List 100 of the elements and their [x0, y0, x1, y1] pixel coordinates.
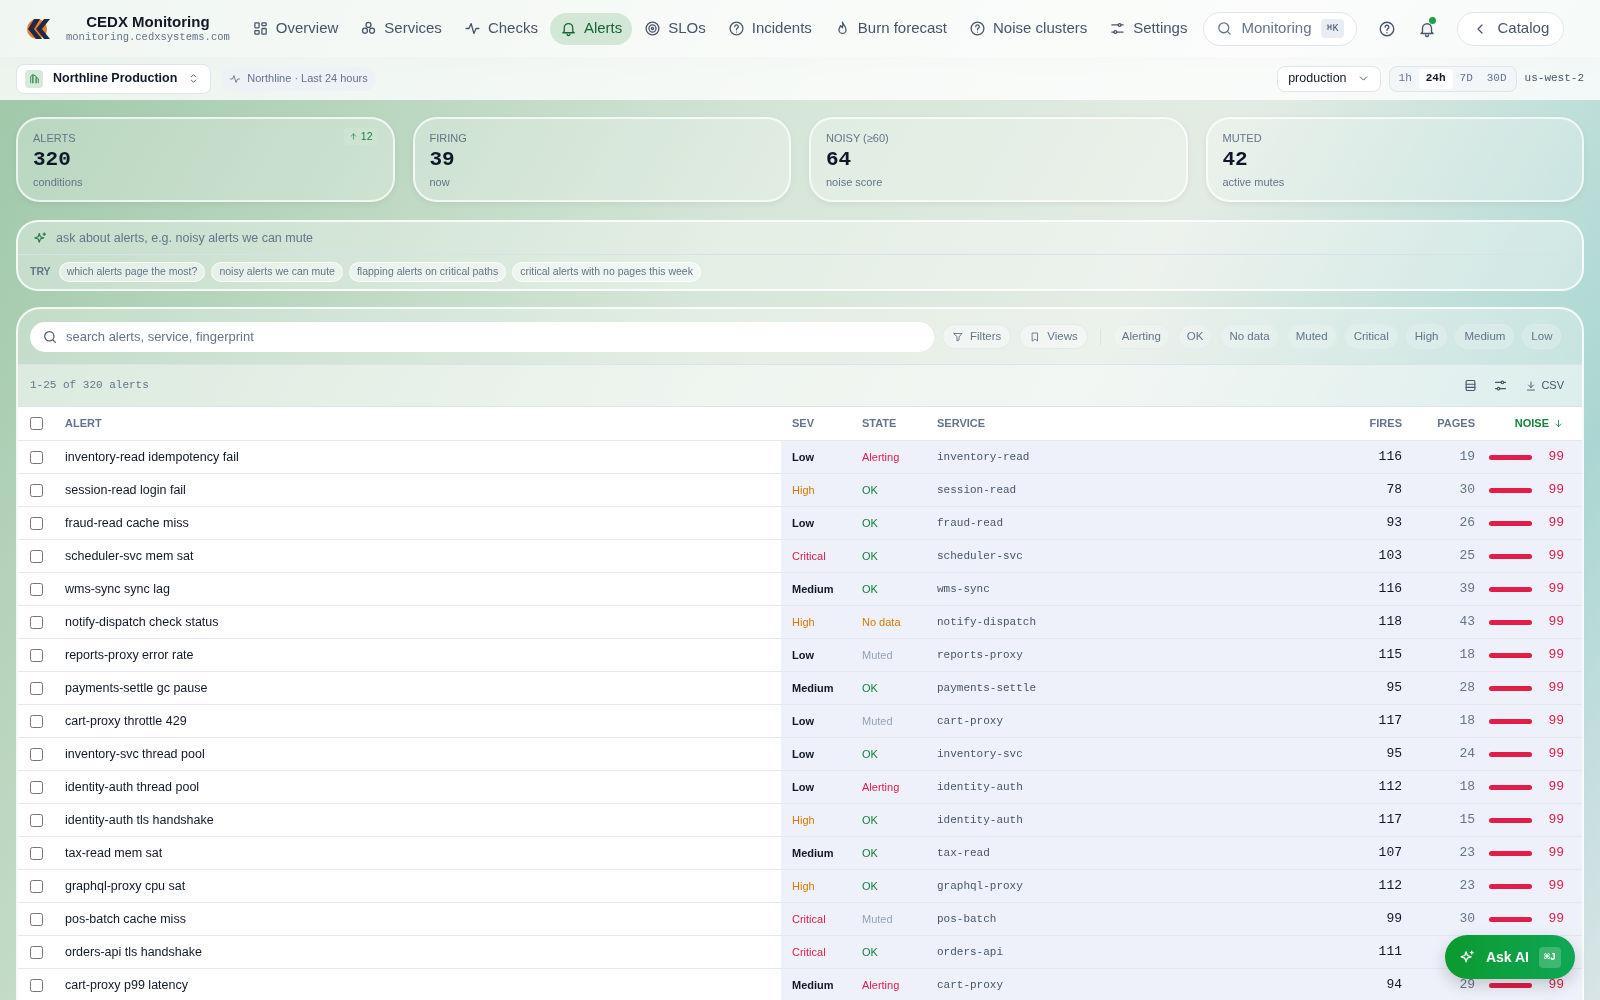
row-checkbox[interactable]: [30, 615, 43, 629]
state-label: OK: [862, 746, 878, 762]
column-header[interactable]: ALERT: [51, 415, 781, 432]
column-header[interactable]: FIRES: [1331, 415, 1406, 432]
row-checkbox[interactable]: [30, 912, 43, 926]
noise-bar: [1489, 883, 1533, 889]
catalog-button[interactable]: Catalog: [1456, 11, 1565, 46]
service-name: cart-proxy: [937, 713, 1003, 729]
alert-name[interactable]: pos-batch cache miss: [65, 909, 186, 929]
workspace-selector[interactable]: Northline Production: [16, 63, 212, 94]
help-icon: [727, 20, 745, 37]
search-icon: [1216, 20, 1234, 37]
select-all-checkbox[interactable]: [30, 417, 43, 430]
range-tab[interactable]: 30D: [1479, 68, 1514, 89]
column-header[interactable]: STATE: [851, 415, 923, 432]
row-checkbox[interactable]: [30, 681, 43, 695]
row-checkbox[interactable]: [30, 846, 43, 860]
alert-name[interactable]: scheduler-svc mem sat: [65, 546, 194, 566]
alert-name[interactable]: cart-proxy throttle 429: [65, 711, 187, 731]
nav-tab[interactable]: Settings: [1099, 12, 1198, 45]
noise-score: 99: [1548, 844, 1564, 863]
filter-chip[interactable]: OK: [1177, 324, 1213, 349]
column-header[interactable]: SERVICE: [923, 415, 1331, 432]
nav-tab[interactable]: Incidents: [717, 12, 822, 45]
arrow-down-icon: [1553, 418, 1564, 429]
views-button[interactable]: Views: [1019, 324, 1088, 349]
filter-chip[interactable]: Alerting: [1112, 324, 1170, 349]
severity-label: High: [792, 812, 815, 828]
sliders-icon: [1492, 378, 1508, 393]
alert-name[interactable]: cart-proxy p99 latency: [65, 975, 188, 995]
noise-bar: [1489, 784, 1533, 790]
severity-label: Medium: [792, 845, 834, 861]
suggestion-chip[interactable]: critical alerts with no pages this week: [512, 262, 701, 282]
nav-tab[interactable]: Noise clusters: [959, 12, 1098, 45]
alert-name[interactable]: payments-settle gc pause: [65, 678, 208, 698]
stat-label: MUTED: [1222, 131, 1262, 146]
filter-chip[interactable]: Muted: [1286, 324, 1337, 349]
alert-name[interactable]: inventory-read idempotency fail: [65, 447, 239, 467]
alert-name[interactable]: identity-auth thread pool: [65, 777, 200, 797]
filters-button[interactable]: Filters: [942, 324, 1012, 349]
search-button[interactable]: Monitoring ⌘K: [1203, 11, 1357, 46]
alert-name[interactable]: identity-auth tls handshake: [65, 810, 214, 830]
ask-input[interactable]: ask about alerts, e.g. noisy alerts we can mute: [56, 228, 1567, 248]
filter-chip[interactable]: Medium: [1455, 324, 1515, 349]
pages-count: 43: [1459, 613, 1475, 632]
search-field[interactable]: search alerts, service, fingerprint: [30, 321, 934, 352]
result-count: 1-25 of 320 alerts: [30, 378, 149, 394]
row-checkbox[interactable]: [30, 483, 43, 497]
range-tab[interactable]: 24h: [1418, 68, 1453, 89]
filter-chip[interactable]: No data: [1220, 324, 1279, 349]
row-checkbox[interactable]: [30, 780, 43, 794]
target-icon: [644, 20, 662, 37]
suggestion-chip[interactable]: which alerts page the most?: [58, 262, 206, 282]
alert-name[interactable]: wms-sync sync lag: [65, 579, 170, 599]
range-tab[interactable]: 7D: [1452, 68, 1480, 89]
row-checkbox[interactable]: [30, 648, 43, 662]
filter-chip[interactable]: Low: [1522, 324, 1562, 349]
service-name: reports-proxy: [937, 647, 1023, 663]
pages-count: 18: [1459, 646, 1475, 665]
row-checkbox[interactable]: [30, 516, 43, 530]
row-checkbox[interactable]: [30, 549, 43, 563]
row-checkbox[interactable]: [30, 945, 43, 959]
alert-name[interactable]: tax-read mem sat: [65, 843, 163, 863]
environment-dropdown[interactable]: production: [1277, 65, 1381, 92]
suggestion-chip[interactable]: flapping alerts on critical paths: [348, 262, 507, 282]
range-tab[interactable]: 1h: [1391, 68, 1419, 89]
alert-name[interactable]: inventory-svc thread pool: [65, 744, 205, 764]
alert-name[interactable]: notify-dispatch check status: [65, 612, 219, 632]
row-checkbox[interactable]: [30, 978, 43, 992]
alert-name[interactable]: fraud-read cache miss: [65, 513, 189, 533]
nav-tab[interactable]: Overview: [241, 12, 349, 45]
row-checkbox[interactable]: [30, 450, 43, 464]
severity-label: Low: [792, 779, 814, 795]
alert-name[interactable]: graphql-proxy cpu sat: [65, 876, 186, 896]
row-checkbox[interactable]: [30, 582, 43, 596]
csv-button[interactable]: CSV: [1519, 374, 1570, 397]
state-label: Alerting: [862, 977, 900, 993]
row-checkbox[interactable]: [30, 714, 43, 728]
suggestion-chip[interactable]: noisy alerts we can mute: [211, 262, 343, 282]
row-checkbox[interactable]: [30, 747, 43, 761]
nav-tab[interactable]: SLOs: [634, 12, 716, 45]
column-header[interactable]: NOISE: [1479, 415, 1580, 432]
nav-tab[interactable]: Services: [350, 12, 452, 45]
filter-chip[interactable]: High: [1405, 324, 1448, 349]
pages-count: 23: [1459, 844, 1475, 863]
alert-name[interactable]: orders-api tls handshake: [65, 942, 202, 962]
shortcut-key: ⌘K: [1321, 19, 1344, 38]
nav-tab[interactable]: Alerts: [549, 12, 633, 45]
row-checkbox[interactable]: [30, 813, 43, 827]
nav-tab[interactable]: Burn forecast: [823, 12, 958, 45]
filter-chip[interactable]: Critical: [1344, 324, 1398, 349]
row-checkbox[interactable]: [30, 879, 43, 893]
nav-tab[interactable]: Checks: [453, 12, 548, 45]
pulse-icon: [463, 20, 481, 37]
alert-name[interactable]: session-read login fail: [65, 480, 186, 500]
column-header[interactable]: SEV: [781, 415, 851, 432]
severity-label: Critical: [792, 548, 826, 564]
column-header[interactable]: PAGES: [1406, 415, 1479, 432]
alert-name[interactable]: reports-proxy error rate: [65, 645, 194, 665]
arrow-up-icon: [348, 132, 358, 141]
